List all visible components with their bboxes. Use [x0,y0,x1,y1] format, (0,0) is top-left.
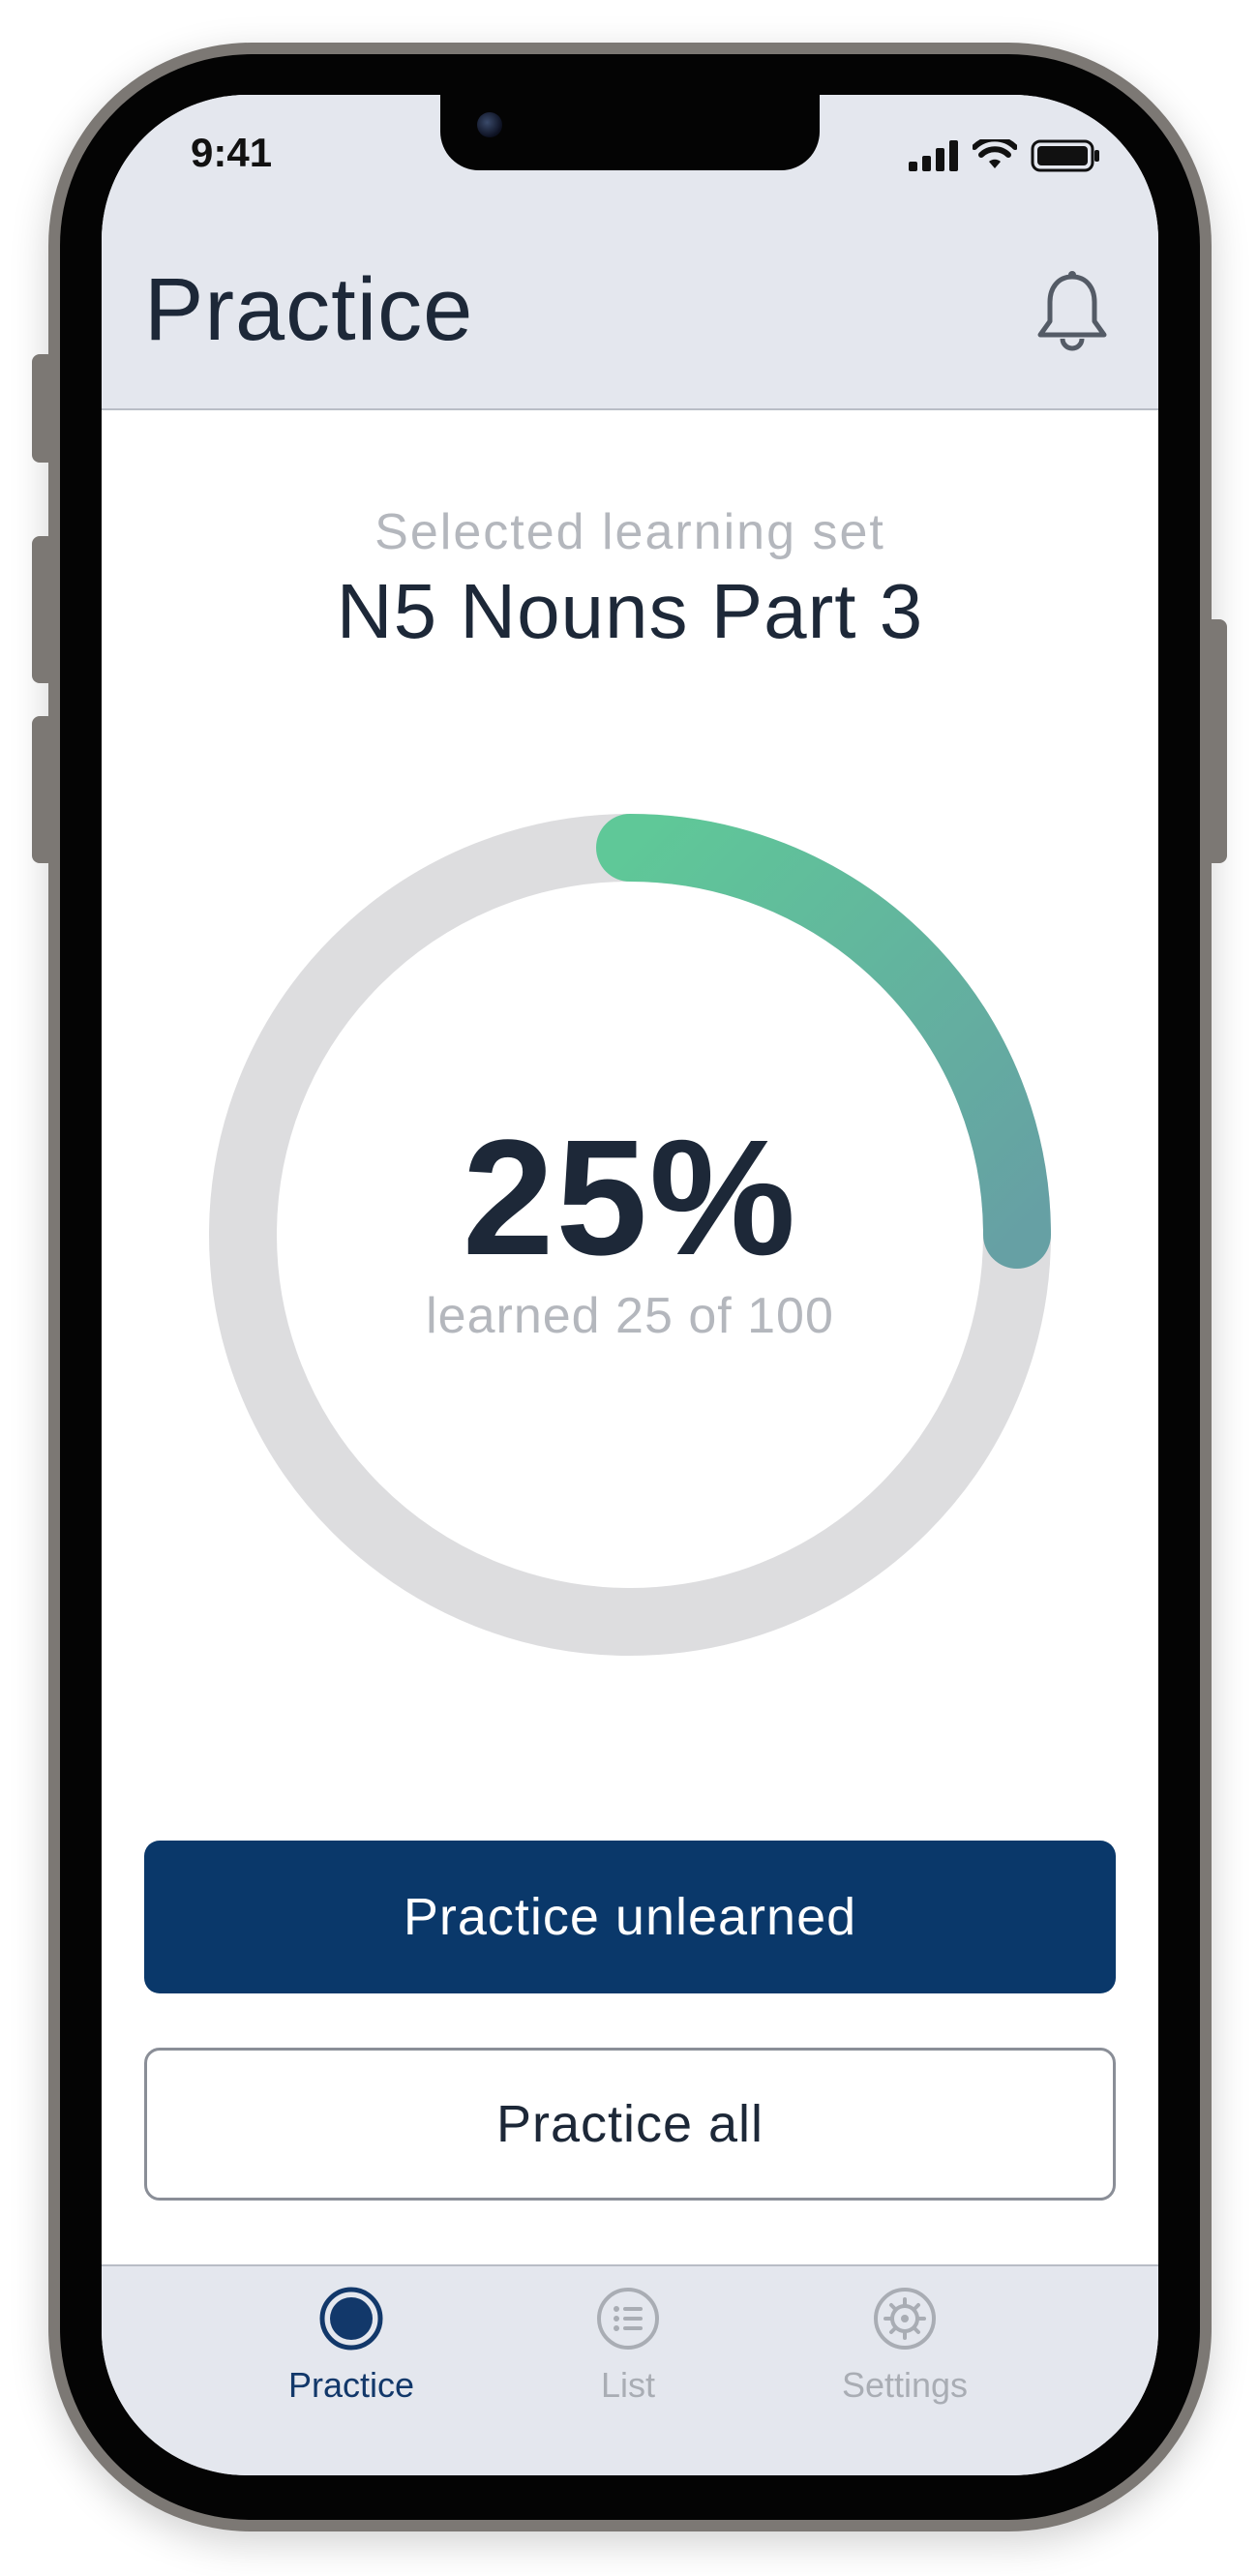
app-screen: 9:41 Practice Selected learning set N5 N… [102,95,1158,2475]
signal-icon [909,140,958,171]
tab-practice[interactable]: Practice [255,2286,448,2421]
wifi-icon [973,139,1017,168]
tab-practice-label: Practice [287,2365,415,2405]
learning-set-caption: Selected learning set [374,504,885,560]
settings-gear-icon [874,2288,936,2350]
learning-set-name: N5 Nouns Part 3 [336,568,924,654]
page-title: Practice [144,260,474,359]
bell-icon[interactable] [1029,267,1116,354]
volume-down-button [32,716,55,863]
progress-percent: 25% [462,1106,798,1290]
volume-up-button [32,536,55,683]
tab-list-label: List [600,2365,656,2405]
progress-learned-text: learned 25 of 100 [426,1288,834,1344]
tab-settings-label: Settings [841,2365,969,2405]
status-time: 9:41 [191,130,273,175]
silent-switch [32,354,55,463]
tab-list[interactable]: List [531,2286,725,2421]
tab-settings[interactable]: Settings [808,2286,1002,2421]
practice-unlearned-button[interactable]: Practice unlearned [144,1841,1116,1993]
power-button [1204,619,1227,863]
tab-bar: Practice List Settings [102,2264,1158,2475]
practice-circle-icon [319,2287,383,2351]
battery-icon [1031,139,1099,172]
front-camera [477,112,502,137]
status-icons [909,139,1100,172]
practice-all-button[interactable]: Practice all [144,2048,1116,2201]
list-icon [597,2288,659,2350]
